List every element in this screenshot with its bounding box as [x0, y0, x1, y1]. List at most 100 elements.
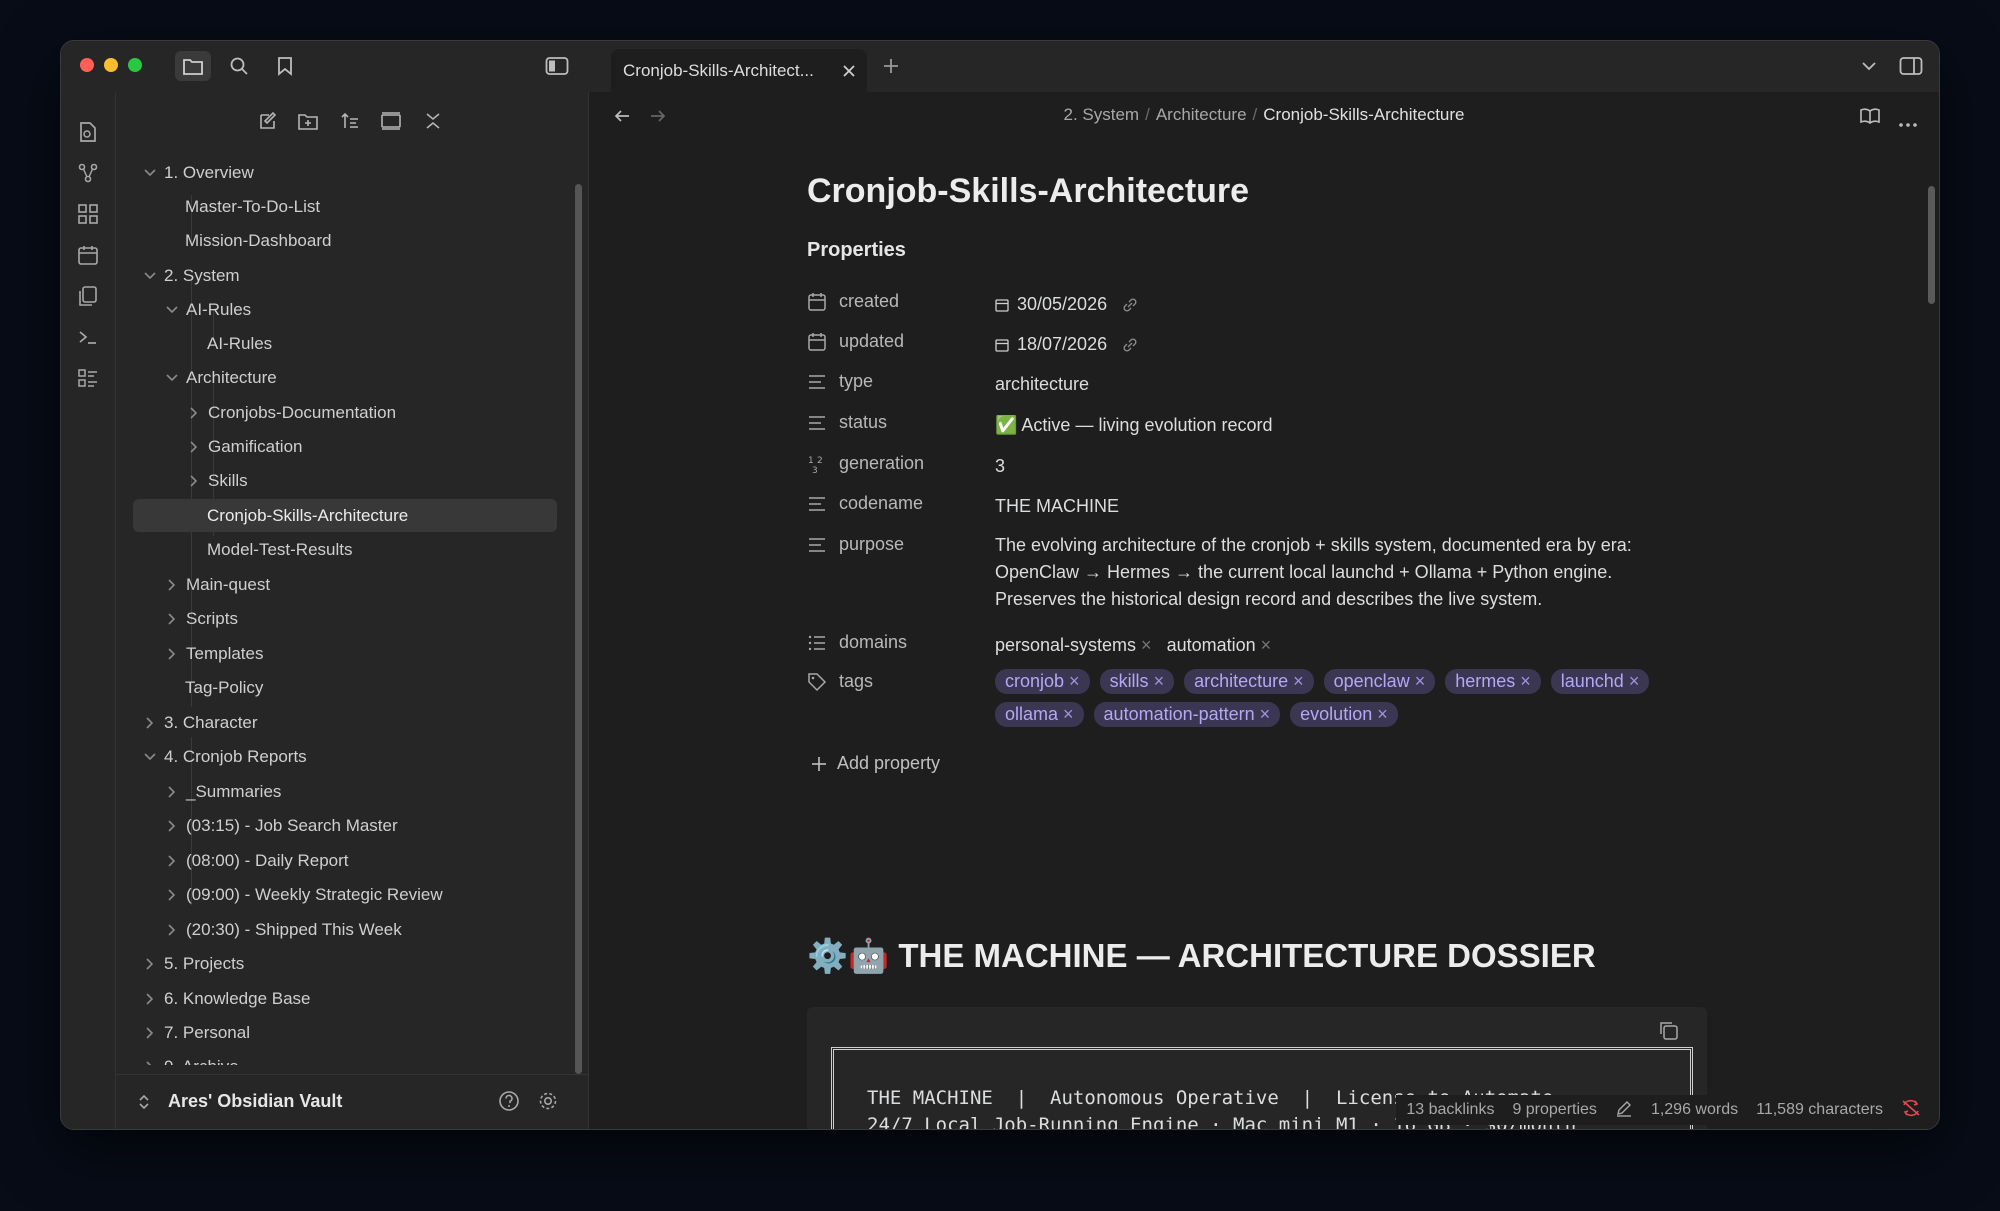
search-icon[interactable] — [221, 51, 257, 81]
close-window-button[interactable] — [80, 58, 94, 72]
collapse-all-icon[interactable] — [418, 106, 448, 136]
sync-error-icon[interactable] — [1901, 1099, 1921, 1122]
property-key[interactable]: codename — [807, 493, 923, 514]
minimize-window-button[interactable] — [104, 58, 118, 72]
new-tab-icon[interactable] — [873, 51, 909, 81]
backlinks-count[interactable]: 13 backlinks — [1406, 1101, 1494, 1119]
remove-icon[interactable]: × — [1629, 671, 1640, 691]
folder-job-search-master[interactable]: (03:15) - Job Search Master — [162, 809, 398, 842]
properties-count[interactable]: 9 properties — [1512, 1101, 1597, 1119]
tag-pill[interactable]: skills × — [1099, 669, 1175, 694]
file-ai-rules[interactable]: AI-Rules — [207, 327, 272, 360]
folder-gamification[interactable]: Gamification — [184, 430, 302, 463]
remove-icon[interactable]: × — [1293, 671, 1304, 691]
settings-gear-icon[interactable] — [537, 1090, 559, 1117]
remove-icon[interactable]: × — [1415, 671, 1426, 691]
property-value[interactable]: architecture — [995, 371, 1695, 398]
folder-scripts[interactable]: Scripts — [162, 602, 238, 635]
property-key[interactable]: 123 generation — [807, 453, 924, 474]
tag-pill[interactable]: launchd × — [1550, 669, 1650, 694]
file-master-to-do-list[interactable]: Master-To-Do-List — [185, 190, 320, 223]
new-folder-icon[interactable] — [293, 106, 323, 136]
files-icon[interactable] — [175, 51, 211, 81]
tag-pill[interactable]: architecture × — [1184, 669, 1314, 694]
property-value[interactable]: The evolving architecture of the cronjob… — [995, 532, 1695, 613]
breadcrumb-architecture[interactable]: Architecture — [1156, 105, 1247, 124]
close-tab-icon[interactable] — [835, 57, 863, 85]
graph-view-icon[interactable] — [74, 159, 102, 187]
editor-scrollbar[interactable] — [1928, 186, 1935, 304]
folder-shipped-this-week[interactable]: (20:30) - Shipped This Week — [162, 913, 402, 946]
folder-weekly-strategic-review[interactable]: (09:00) - Weekly Strategic Review — [162, 878, 443, 911]
folder-character[interactable]: 3. Character — [140, 706, 258, 739]
tag-pill[interactable]: evolution × — [1290, 702, 1398, 727]
folder-cronjobs-documentation[interactable]: Cronjobs-Documentation — [184, 396, 396, 429]
file-cronjob-skills-architecture[interactable]: Cronjob-Skills-Architecture — [133, 499, 557, 532]
property-value-date[interactable]: 30/05/2026 — [995, 291, 1695, 318]
folder-ai-rules[interactable]: AI-Rules — [162, 293, 251, 326]
reading-view-icon[interactable] — [1859, 107, 1881, 130]
remove-icon[interactable]: × — [1377, 704, 1388, 724]
property-value[interactable]: 3 — [995, 453, 1695, 480]
help-icon[interactable] — [498, 1090, 520, 1117]
section-heading[interactable]: ⚙️🤖 THE MACHINE — ARCHITECTURE DOSSIER — [807, 937, 1596, 976]
bases-icon[interactable] — [74, 364, 102, 392]
file-model-test-results[interactable]: Model-Test-Results — [207, 533, 353, 566]
property-value[interactable]: THE MACHINE — [995, 493, 1695, 520]
property-key[interactable]: created — [807, 291, 899, 312]
folder-cronjob-reports[interactable]: 4. Cronjob Reports — [140, 740, 307, 773]
remove-icon[interactable]: × — [1261, 635, 1272, 655]
bookmark-icon[interactable] — [267, 51, 303, 81]
tab-list-chevron-icon[interactable] — [1851, 51, 1887, 81]
property-key[interactable]: purpose — [807, 534, 904, 555]
add-property-button[interactable]: Add property — [811, 753, 940, 774]
folder-overview[interactable]: 1. Overview — [140, 156, 254, 189]
note-title[interactable]: Cronjob-Skills-Architecture — [807, 172, 1249, 211]
zoom-window-button[interactable] — [128, 58, 142, 72]
vault-switch-icon[interactable] — [138, 1093, 150, 1116]
domain-chip[interactable]: personal-systems × — [995, 632, 1152, 659]
remove-icon[interactable]: × — [1520, 671, 1531, 691]
folder-knowledge-base[interactable]: 6. Knowledge Base — [140, 982, 311, 1015]
tag-pill[interactable]: cronjob × — [995, 669, 1090, 694]
property-key[interactable]: updated — [807, 331, 904, 352]
tag-pill[interactable]: hermes × — [1445, 669, 1541, 694]
property-key[interactable]: tags — [807, 671, 873, 692]
folder-summaries[interactable]: _Summaries — [162, 775, 281, 808]
tag-pill[interactable]: openclaw × — [1323, 669, 1436, 694]
property-key[interactable]: domains — [807, 632, 907, 653]
property-key[interactable]: status — [807, 412, 887, 433]
toggle-sidebar-icon[interactable] — [539, 51, 575, 81]
property-value[interactable]: ✅ Active — living evolution record — [995, 412, 1695, 439]
new-note-icon[interactable] — [253, 106, 283, 136]
domain-chip[interactable]: automation × — [1167, 632, 1272, 659]
copy-icon[interactable] — [1657, 1019, 1679, 1046]
folder-architecture[interactable]: Architecture — [162, 361, 277, 394]
tab-active-note[interactable]: Cronjob-Skills-Architect... — [611, 49, 867, 92]
canvas-icon[interactable] — [74, 200, 102, 228]
open-quick-switcher-icon[interactable] — [74, 118, 102, 146]
tag-pill[interactable]: ollama × — [995, 702, 1084, 727]
calendar-icon[interactable] — [74, 241, 102, 269]
remove-icon[interactable]: × — [1260, 704, 1271, 724]
folder-main-quest[interactable]: Main-quest — [162, 568, 270, 601]
folder-projects[interactable]: 5. Projects — [140, 947, 244, 980]
command-palette-icon[interactable] — [74, 323, 102, 351]
sort-icon[interactable] — [335, 106, 365, 136]
toggle-right-sidebar-icon[interactable] — [1893, 51, 1929, 81]
folder-skills[interactable]: Skills — [184, 464, 248, 497]
property-key[interactable]: type — [807, 371, 873, 392]
folder-templates[interactable]: Templates — [162, 637, 263, 670]
folder-daily-report[interactable]: (08:00) - Daily Report — [162, 844, 349, 877]
remove-icon[interactable]: × — [1069, 671, 1080, 691]
auto-reveal-icon[interactable] — [376, 106, 406, 136]
breadcrumb-current[interactable]: Cronjob-Skills-Architecture — [1263, 105, 1464, 124]
remove-icon[interactable]: × — [1154, 671, 1165, 691]
more-options-icon[interactable] — [1899, 114, 1917, 132]
templates-icon[interactable] — [74, 282, 102, 310]
file-mission-dashboard[interactable]: Mission-Dashboard — [185, 224, 331, 257]
vault-name[interactable]: Ares' Obsidian Vault — [168, 1091, 342, 1112]
folder-system[interactable]: 2. System — [140, 259, 240, 292]
properties-heading[interactable]: Properties — [807, 239, 906, 262]
file-tag-policy[interactable]: Tag-Policy — [185, 671, 263, 704]
